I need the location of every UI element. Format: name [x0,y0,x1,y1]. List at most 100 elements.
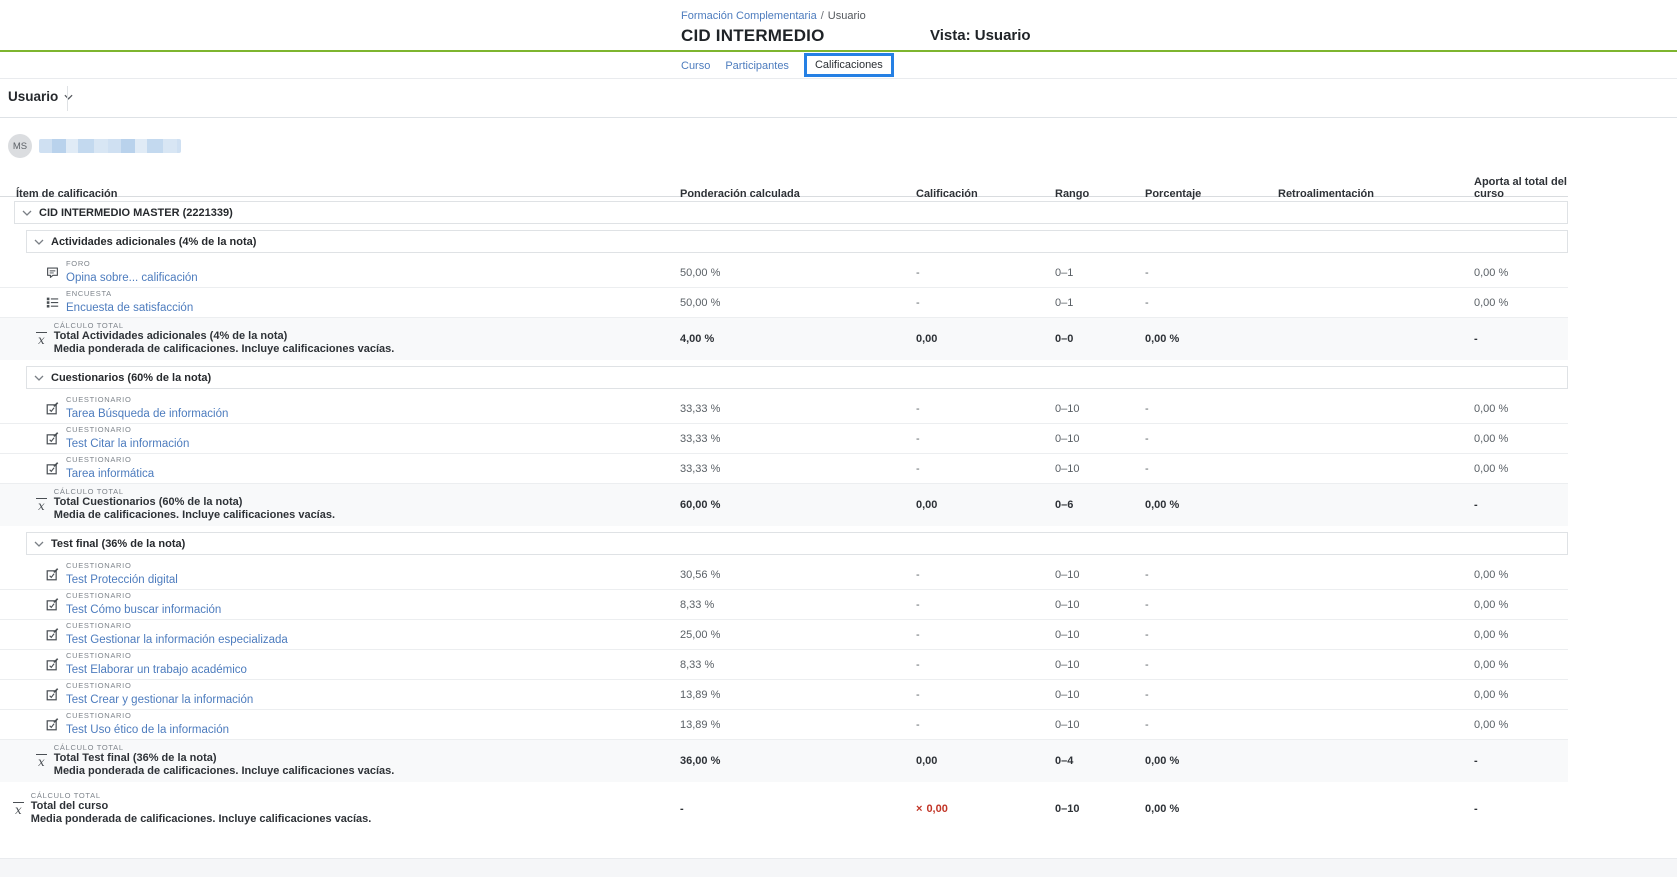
quiz-icon [46,462,59,475]
percentage-cell: - [1145,629,1278,641]
report-selector-dropdown[interactable]: Usuario [8,89,73,104]
col-header-weight: Ponderación calculada [680,188,916,200]
weight-cell: 8,33 % [680,659,916,671]
quiz-icon [46,688,59,701]
chevron-down-icon[interactable] [34,239,44,245]
weight-cell: 30,56 % [680,569,916,581]
percentage-cell: 0,00 % [1145,333,1278,345]
vertical-divider [67,86,68,111]
col-header-grade: Calificación [916,188,1055,200]
weight-cell: 4,00 % [680,333,916,345]
grade-cell: 0,00 [916,333,1055,345]
percentage-cell: - [1145,433,1278,445]
grade-item-link[interactable]: Test Elaborar un trabajo académico [66,664,247,676]
quiz-icon [46,718,59,731]
item-type-label: CUESTIONARIO [66,425,189,434]
tab-curso[interactable]: Curso [681,60,710,72]
report-selector-row: Usuario [0,79,1677,118]
table-row: CUESTIONARIO Test Crear y gestionar la i… [0,680,1568,710]
chevron-down-icon[interactable] [34,541,44,547]
table-row: CUESTIONARIO Test Gestionar la informaci… [0,620,1568,650]
item-type-label: FORO [66,259,198,268]
calculated-total-icon [36,498,47,512]
category-total-row: CÁLCULO TOTAL Total Test final (36% de l… [0,740,1568,782]
quiz-icon [46,658,59,671]
breadcrumb-current: Usuario [828,10,866,22]
percentage-cell: - [1145,659,1278,671]
footer-strip [0,858,1677,877]
chevron-down-icon[interactable] [22,210,32,216]
percentage-cell: - [1145,689,1278,701]
grade-item-link[interactable]: Test Protección digital [66,574,178,586]
contribution-cell: 0,00 % [1474,659,1568,671]
grade-cell: - [916,267,1055,279]
contribution-cell: 0,00 % [1474,463,1568,475]
table-row: CUESTIONARIO Test Cómo buscar informació… [0,590,1568,620]
grade-item-link[interactable]: Tarea informática [66,468,154,480]
grade-cell: - [916,569,1055,581]
grade-item-link[interactable]: Tarea Búsqueda de información [66,408,228,420]
item-type-label: CUESTIONARIO [66,455,154,464]
range-cell: 0–10 [1055,433,1145,445]
grade-item-link[interactable]: Test Uso ético de la información [66,724,229,736]
grade-item-link[interactable]: Opina sobre... calificación [66,272,198,284]
weight-cell: 50,00 % [680,297,916,309]
grade-report-table: Ítem de calificación Ponderación calcula… [0,176,1568,832]
breadcrumb-link-category[interactable]: Formación Complementaria [681,10,817,22]
quiz-icon [46,568,59,581]
table-row: FORO Opina sobre... calificación 50,00 %… [0,258,1568,288]
table-row: CUESTIONARIO Tarea Búsqueda de informaci… [0,394,1568,424]
grade-item-link[interactable]: Test Gestionar la información especializ… [66,634,288,646]
item-type-label: CUESTIONARIO [66,561,178,570]
range-cell: 0–1 [1055,297,1145,309]
grade-item-link[interactable]: Test Citar la información [66,438,189,450]
grade-cell: - [916,463,1055,475]
category-total-row: CÁLCULO TOTAL Total Actividades adiciona… [0,318,1568,360]
total-name: Total del curso [31,800,372,813]
contribution-cell: 0,00 % [1474,629,1568,641]
quiz-icon [46,432,59,445]
total-name: Total Cuestionarios (60% de la nota) [54,496,335,509]
tab-participantes[interactable]: Participantes [725,60,789,72]
range-cell: 0–10 [1055,689,1145,701]
item-type-label: CÁLCULO TOTAL [54,321,395,330]
category-total-row: CÁLCULO TOTAL Total Cuestionarios (60% d… [0,484,1568,526]
total-description: Media de calificaciones. Incluye calific… [54,509,335,522]
grade-cell: 0,00 [916,755,1055,767]
grade-item-link[interactable]: Encuesta de satisfacción [66,302,193,314]
range-cell: 0–10 [1055,463,1145,475]
col-header-item: Ítem de calificación [0,188,680,200]
table-header-row: Ítem de calificación Ponderación calcula… [0,176,1568,197]
grade-cell: - [916,719,1055,731]
gradebook-user-report-page: { "breadcrumb": { "link": "Formación Com… [0,0,1677,877]
contribution-cell: 0,00 % [1474,719,1568,731]
grade-cell: - [916,629,1055,641]
chevron-down-icon[interactable] [34,375,44,381]
grade-cell: - [916,433,1055,445]
avatar[interactable]: MS [8,134,32,158]
category-name: Test final (36% de la nota) [51,538,185,550]
percentage-cell: - [1145,267,1278,279]
range-cell: 0–10 [1055,629,1145,641]
grade-item-link[interactable]: Test Cómo buscar información [66,604,221,616]
category-name: CID INTERMEDIO MASTER (2221339) [39,207,233,219]
contribution-cell: - [1474,755,1568,767]
grade-cell: - [916,599,1055,611]
item-type-label: CUESTIONARIO [66,681,253,690]
user-name-redacted [39,139,181,153]
tab-bar: Curso Participantes Calificaciones [0,52,1677,79]
percentage-cell: - [1145,297,1278,309]
weight-cell: 33,33 % [680,403,916,415]
grade-item-link[interactable]: Test Crear y gestionar la información [66,694,253,706]
total-description: Media ponderada de calificaciones. Inclu… [31,813,372,826]
weight-cell: 33,33 % [680,433,916,445]
quiz-icon [46,628,59,641]
weight-cell: 13,89 % [680,689,916,701]
range-cell: 0–10 [1055,803,1145,815]
page-header: Formación Complementaria/Usuario CID INT… [0,0,1677,50]
percentage-cell: - [1145,719,1278,731]
range-cell: 0–10 [1055,719,1145,731]
grade-error-icon: × [916,803,922,815]
col-header-percentage: Porcentaje [1145,188,1278,200]
tab-calificaciones[interactable]: Calificaciones [804,53,894,77]
